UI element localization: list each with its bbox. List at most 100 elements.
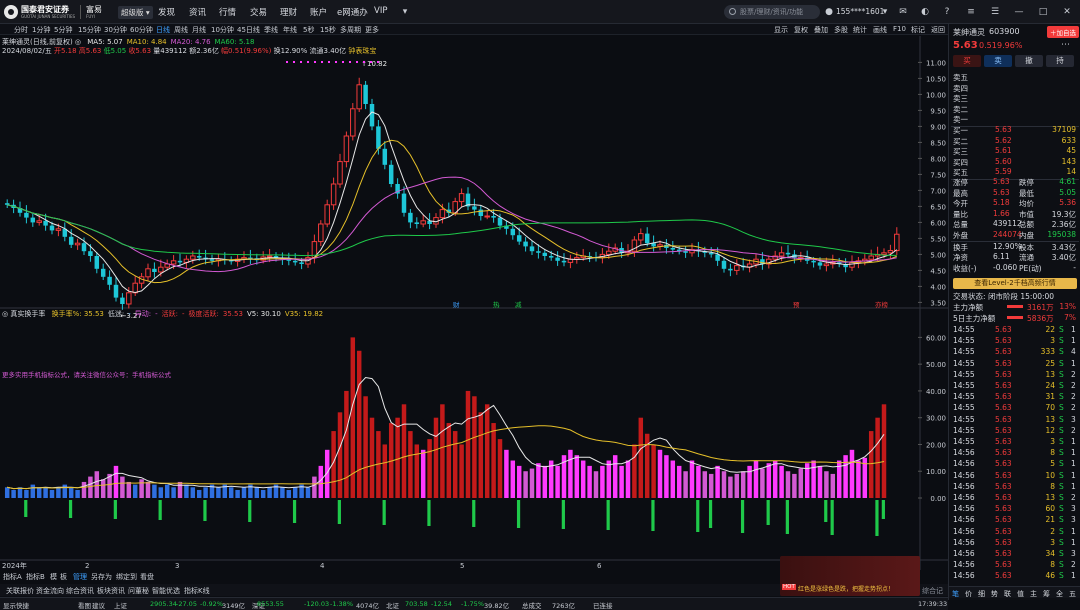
tool-stats[interactable]: 统计 xyxy=(853,25,867,35)
candle xyxy=(785,245,791,259)
period-day[interactable]: 日线 xyxy=(156,25,170,35)
tool-back[interactable]: 返回 xyxy=(931,25,945,35)
tool-display[interactable]: 显示 xyxy=(774,25,788,35)
tool-multi[interactable]: 多股 xyxy=(834,25,848,35)
tab-model[interactable]: 模 xyxy=(50,572,57,582)
event-marker[interactable]: 热 xyxy=(493,300,500,309)
nav-discover[interactable]: 发现 xyxy=(158,6,175,18)
period-more[interactable]: 更多 xyxy=(365,25,379,35)
tab-manage[interactable]: 管理 xyxy=(73,572,87,582)
buy-button[interactable]: 买 xyxy=(953,55,981,67)
tab-sector-news[interactable]: 板块资讯 xyxy=(97,586,125,596)
minimize-icon[interactable]: — xyxy=(1014,7,1024,17)
tool-mark[interactable]: 标记 xyxy=(911,25,925,35)
turnover-bar xyxy=(401,404,407,498)
nav-eservice[interactable]: e网通办 xyxy=(337,6,368,18)
menu-dropdown[interactable]: 超级版 ▾ xyxy=(118,6,153,19)
panel-tab[interactable]: 筹 xyxy=(1043,589,1050,599)
promo-banner[interactable]: HOT 红色是涨绿色是跌，把握走势拐点！ xyxy=(780,556,920,596)
tab-indicator-b[interactable]: 指标B xyxy=(26,572,45,582)
tick-count: 2 xyxy=(1071,392,1076,402)
panel-tab[interactable]: 五 xyxy=(1069,589,1076,599)
nav-trade[interactable]: 交易 xyxy=(250,6,267,18)
position-button[interactable]: 持 xyxy=(1046,55,1074,67)
gear-icon[interactable]: ☰ xyxy=(990,7,1000,17)
period-timeshare[interactable]: 分时 xyxy=(14,25,28,35)
period-week[interactable]: 周线 xyxy=(174,25,188,35)
close-icon[interactable]: ✕ xyxy=(1062,7,1072,17)
period-month[interactable]: 月线 xyxy=(192,25,206,35)
tab-indicator-a[interactable]: 指标A xyxy=(3,572,22,582)
nav-news[interactable]: 资讯 xyxy=(189,6,206,18)
candle xyxy=(376,120,381,155)
menu-icon[interactable]: ≡ xyxy=(966,7,976,17)
panel-tab[interactable]: 主 xyxy=(1030,589,1037,599)
tab-related-quote[interactable]: 关联报价 xyxy=(6,586,34,596)
tab-watch[interactable]: 看盘 xyxy=(140,572,154,582)
tab-bind[interactable]: 绑定到 xyxy=(116,572,137,582)
turnover-bar xyxy=(798,468,804,498)
tab-smart-pick[interactable]: 智能优选 xyxy=(152,586,180,596)
tool-draw[interactable]: 画线 xyxy=(873,25,887,35)
period-year[interactable]: 年线 xyxy=(283,25,297,35)
tool-adjust[interactable]: 复权 xyxy=(794,25,808,35)
tab-board[interactable]: 板 xyxy=(60,572,67,582)
nav-account[interactable]: 账户 xyxy=(310,6,327,18)
event-marker[interactable]: 亦榜 xyxy=(875,300,889,309)
period-5min[interactable]: 5分钟 xyxy=(54,25,72,35)
nav-finance[interactable]: 理财 xyxy=(280,6,297,18)
chat-icon[interactable]: ◐ xyxy=(920,7,930,17)
account-label[interactable]: 155****1601 xyxy=(836,7,884,16)
stat-value: 5.63 xyxy=(993,187,1010,197)
chevron-down-icon[interactable]: ▾ xyxy=(880,7,890,17)
period-10min[interactable]: 10分钟 xyxy=(211,25,234,35)
kline-chart[interactable]: 11.00 10.50 10.00 9.50 9.00 8.50 8.00 7.50 7.00 6… xyxy=(0,36,948,571)
tab-save-as[interactable]: 另存为 xyxy=(91,572,112,582)
user-icon[interactable]: ● xyxy=(824,7,834,17)
turnover-bar xyxy=(760,468,765,498)
period-15sec[interactable]: 15秒 xyxy=(320,25,336,35)
chevron-down-icon[interactable]: ▾ xyxy=(400,7,410,17)
nav-vip[interactable]: VIP xyxy=(374,6,387,16)
period-30min[interactable]: 30分钟 xyxy=(104,25,127,35)
level2-banner[interactable]: 查看Level-2千档高频行情 xyxy=(953,278,1077,289)
period-45day[interactable]: 45日线 xyxy=(237,25,260,35)
capital-flow-label: 5日主力净额 xyxy=(953,313,996,323)
tab-indicator-kline[interactable]: 指标K线 xyxy=(184,586,210,596)
event-marker[interactable]: 减 xyxy=(515,300,522,309)
panel-tab[interactable]: 势 xyxy=(991,589,998,599)
message-icon[interactable]: ✉ xyxy=(898,7,908,17)
signal-dot xyxy=(349,61,351,63)
candle xyxy=(446,202,452,218)
search-input[interactable]: 股票/理财/资讯/功能 xyxy=(724,5,820,19)
tab-capital-flow[interactable]: 资金流向 xyxy=(36,586,64,596)
tab-news[interactable]: 综合资讯 xyxy=(66,586,94,596)
period-multi[interactable]: 多周期 xyxy=(340,25,361,35)
sell-button[interactable]: 卖 xyxy=(984,55,1012,67)
negative-bar xyxy=(516,500,521,528)
panel-tab[interactable]: 全 xyxy=(1056,589,1063,599)
panel-tab[interactable]: 价 xyxy=(965,589,972,599)
panel-tab[interactable]: 细 xyxy=(978,589,985,599)
add-watchlist-button[interactable]: ＋加自选 xyxy=(1047,26,1079,38)
period-15min[interactable]: 15分钟 xyxy=(78,25,101,35)
tab-ask-secretary[interactable]: 问董秘 xyxy=(128,586,149,596)
period-5sec[interactable]: 5秒 xyxy=(303,25,314,35)
nav-market[interactable]: 行情 xyxy=(219,6,236,18)
panel-tab[interactable]: 笔 xyxy=(952,589,959,599)
period-60min[interactable]: 60分钟 xyxy=(130,25,153,35)
period-quarter[interactable]: 季线 xyxy=(264,25,278,35)
help-icon[interactable]: ? xyxy=(942,7,952,17)
stat-value: 439112 xyxy=(993,219,1022,229)
tool-f10[interactable]: F10 xyxy=(893,25,906,33)
panel-tab[interactable]: 联 xyxy=(1004,589,1011,599)
tool-overlay[interactable]: 叠加 xyxy=(814,25,828,35)
cancel-order-button[interactable]: 撤 xyxy=(1015,55,1043,67)
period-1min[interactable]: 1分钟 xyxy=(32,25,50,35)
event-marker[interactable]: 预 xyxy=(793,300,800,309)
event-marker[interactable]: 财 xyxy=(453,300,460,309)
maximize-icon[interactable]: □ xyxy=(1038,7,1048,17)
dots-icon[interactable]: ⋯ xyxy=(1061,40,1070,50)
panel-tab[interactable]: 值 xyxy=(1017,589,1024,599)
show-shortcuts[interactable]: 显示快捷 xyxy=(3,600,29,610)
